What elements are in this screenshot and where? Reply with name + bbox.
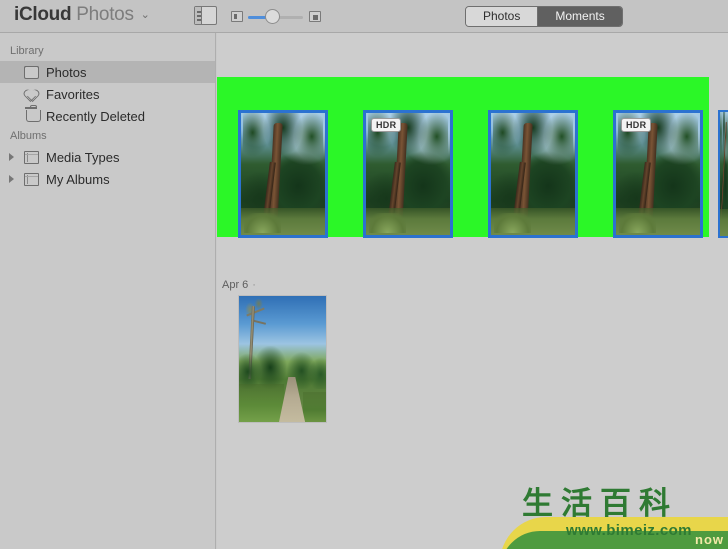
sidebar-toggle-line <box>196 19 201 21</box>
landscape-photo <box>239 296 326 422</box>
tab-moments[interactable]: Moments <box>538 7 622 26</box>
sidebar-section-albums: Albums <box>10 130 47 142</box>
sidebar-item-photos[interactable]: Photos <box>0 61 215 83</box>
toolbar: iCloud Photos ⌄ Photos Moments <box>0 0 728 33</box>
album-icon <box>24 150 39 164</box>
watermark-corner-text: now <box>695 532 724 547</box>
tree-photo <box>241 113 325 235</box>
sidebar-toggle-line <box>196 15 201 17</box>
photos-icon <box>24 65 39 79</box>
watermark-url: www.bimeiz.com <box>566 522 692 539</box>
app-title-strong: iCloud <box>14 4 72 25</box>
app-title-light: Photos <box>76 4 134 25</box>
album-icon <box>24 172 39 186</box>
sidebar-toggle-icon[interactable] <box>194 6 217 25</box>
large-thumbnail-icon <box>309 11 321 22</box>
view-mode-segmented-control[interactable]: Photos Moments <box>465 6 623 27</box>
photo-thumbnail[interactable]: HDR <box>363 110 453 238</box>
heart-icon <box>24 88 39 101</box>
photo-thumbnail[interactable] <box>238 110 328 238</box>
moment-date-header: Apr 6 · <box>222 279 256 291</box>
watermark-chinese-text: 生活百科 <box>522 486 678 522</box>
sidebar-item-label: Photos <box>46 64 87 80</box>
sidebar-item-my-albums[interactable]: My Albums <box>0 168 215 190</box>
sidebar-item-label: Recently Deleted <box>46 108 145 124</box>
sidebar-item-recently-deleted[interactable]: Recently Deleted <box>0 105 215 127</box>
disclosure-triangle-icon[interactable] <box>9 175 14 183</box>
icloud-photos-window: iCloud Photos ⌄ Photos Moments Library P… <box>0 0 728 549</box>
disclosure-triangle-icon[interactable] <box>9 153 14 161</box>
trash-icon <box>25 105 41 122</box>
sidebar-item-favorites[interactable]: Favorites <box>0 83 215 105</box>
sidebar-item-label: Media Types <box>46 149 120 165</box>
photo-image <box>241 113 325 235</box>
thumbnail-size-slider[interactable] <box>231 9 321 25</box>
moment-date-label: Apr 6 <box>222 279 249 291</box>
sidebar-item-media-types[interactable]: Media Types <box>0 146 215 168</box>
tree-photo <box>491 113 575 235</box>
photo-thumbnail[interactable] <box>238 295 327 423</box>
photo-image <box>239 296 326 422</box>
sidebar-toggle-line <box>196 11 201 13</box>
tree-photo <box>720 112 728 236</box>
hdr-badge: HDR <box>371 118 402 132</box>
app-title[interactable]: iCloud Photos ⌄ <box>14 4 150 26</box>
sidebar-item-label: Favorites <box>46 86 100 102</box>
small-thumbnail-icon <box>231 11 243 22</box>
photo-thumbnail[interactable] <box>488 110 578 238</box>
tab-photos[interactable]: Photos <box>466 7 539 26</box>
watermark: 生活百科 www.bimeiz.com now <box>500 470 728 549</box>
moment-date-separator: · <box>252 279 256 291</box>
sidebar-section-library: Library <box>10 45 44 57</box>
sidebar-item-label: My Albums <box>46 171 110 187</box>
slider-knob[interactable] <box>265 9 281 24</box>
sidebar: Library Photos Favorites Recently Delete… <box>0 33 216 549</box>
chevron-down-icon[interactable]: ⌄ <box>141 8 150 21</box>
photo-thumbnail[interactable]: HDR <box>613 110 703 238</box>
photo-image <box>491 113 575 235</box>
hdr-badge: HDR <box>621 118 652 132</box>
photo-thumbnail-partial[interactable] <box>718 110 728 238</box>
